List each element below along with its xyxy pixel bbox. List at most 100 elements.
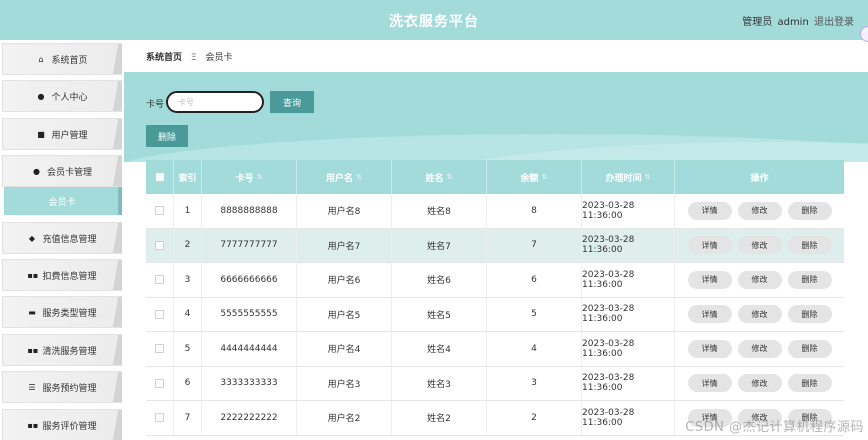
sidebar-item-service-type[interactable]: ▬ 服务类型管理 — [2, 296, 122, 328]
table-row[interactable]: 6 3333333333 用户名3 姓名3 3 2023-03-28 11:36:00 详情… — [146, 366, 844, 401]
sidebar-item-label: 服务评价管理 — [42, 421, 97, 432]
monitor-icon: ▬ — [28, 307, 36, 317]
cell-balance: 2 — [487, 401, 582, 435]
sidebar-item-label: 会员卡管理 — [46, 167, 92, 178]
sidebar-item-deduction[interactable]: ▪▪ 扣费信息管理 — [2, 259, 122, 291]
select-all-checkbox[interactable] — [155, 173, 164, 181]
cell-name: 姓名8 — [392, 194, 487, 228]
grid-icon: ▪▪ — [27, 270, 39, 280]
row-checkbox[interactable] — [155, 309, 164, 319]
detail-button[interactable]: 详情 — [687, 305, 732, 324]
user-manage-icon: ■ — [37, 129, 45, 139]
cell-balance: 6 — [487, 263, 582, 297]
row-checkbox[interactable] — [155, 378, 164, 388]
row-checkbox[interactable] — [155, 275, 164, 285]
breadcrumb-home[interactable]: 系统首页 — [146, 53, 182, 63]
cell-username: 用户名5 — [297, 297, 392, 331]
sidebar-item-home[interactable]: ⌂ 系统首页 — [2, 43, 122, 75]
card-number-input[interactable] — [166, 91, 264, 113]
header-label: 卡号 — [235, 173, 254, 184]
breadcrumb-separator-icon: Ξ — [190, 53, 197, 63]
table-row[interactable]: 4 5555555555 用户名5 姓名5 5 2023-03-28 11:36:00 详情… — [146, 297, 844, 332]
sidebar-item-review[interactable]: ▪▪ 服务评价管理 — [2, 409, 122, 440]
logout-link[interactable]: 退出登录 — [814, 17, 854, 28]
cell-actions: 详情 修改 删除 — [675, 229, 844, 263]
detail-button[interactable]: 详情 — [687, 339, 732, 358]
corner-widget[interactable] — [860, 26, 868, 42]
header-username[interactable]: 用户名 ⇅ — [297, 160, 392, 194]
sidebar-subitem-member-card[interactable]: 会员卡 — [4, 187, 122, 215]
cell-name: 姓名7 — [392, 228, 487, 262]
sidebar-item-label: 服务类型管理 — [42, 308, 97, 319]
batch-delete-button[interactable]: 删除 — [146, 125, 188, 147]
row-checkbox[interactable] — [155, 413, 164, 423]
sidebar-item-cleaning-service[interactable]: ▪▪ 清洗服务管理 — [2, 334, 122, 366]
sidebar-item-label: 会员卡 — [48, 197, 76, 208]
sidebar-item-label: 个人中心 — [51, 92, 88, 103]
header-card-number[interactable]: 卡号 ⇅ — [202, 160, 297, 194]
pin-icon: ◆ — [28, 233, 36, 243]
cell-username: 用户名3 — [297, 366, 392, 400]
cell-actions: 详情 修改 删除 — [675, 298, 844, 332]
header-time[interactable]: 办理时间 ⇅ — [582, 160, 675, 194]
detail-button[interactable]: 详情 — [687, 236, 732, 255]
row-select-cell — [146, 332, 174, 366]
row-checkbox[interactable] — [155, 344, 164, 354]
cell-card-number: 7777777777 — [202, 228, 297, 262]
header-label: 用户名 — [326, 173, 354, 184]
edit-button[interactable]: 修改 — [737, 201, 782, 220]
row-select-cell — [146, 297, 174, 331]
cell-balance: 5 — [487, 297, 582, 331]
table-header: 索引 卡号 ⇅ 用户名 ⇅ 姓名 ⇅ 余额 ⇅ 办理时间 ⇅ 操作 — [146, 160, 844, 194]
header-name[interactable]: 姓名 ⇅ — [392, 160, 487, 194]
cell-actions: 详情 修改 删除 — [675, 194, 844, 228]
detail-button[interactable]: 详情 — [687, 201, 732, 220]
cell-balance: 3 — [487, 366, 582, 400]
breadcrumb-current: 会员卡 — [205, 53, 233, 63]
delete-button[interactable]: 删除 — [787, 201, 832, 220]
select-all-cell — [146, 160, 174, 194]
row-select-cell — [146, 194, 174, 228]
sidebar-item-appointment[interactable]: ☰ 服务预约管理 — [2, 371, 122, 403]
delete-button[interactable]: 删除 — [787, 339, 832, 358]
sidebar-item-member-card-manage[interactable]: ● 会员卡管理 — [2, 155, 122, 187]
row-checkbox[interactable] — [155, 206, 164, 216]
search-panel — [124, 72, 868, 162]
sidebar-item-profile[interactable]: ● 个人中心 — [2, 80, 122, 112]
sidebar-item-users[interactable]: ■ 用户管理 — [2, 118, 122, 150]
sidebar-item-recharge[interactable]: ◆ 充值信息管理 — [2, 222, 122, 254]
cell-actions: 详情 修改 删除 — [675, 367, 844, 401]
header-actions: 操作 — [750, 173, 769, 184]
cell-name: 姓名5 — [392, 297, 487, 331]
sort-icon: ⇅ — [644, 173, 651, 181]
cell-time: 2023-03-28 11:36:00 — [582, 228, 675, 262]
table-row[interactable]: 5 4444444444 用户名4 姓名4 4 2023-03-28 11:36:00 详情… — [146, 332, 844, 367]
watermark: CSDN @杰记计算机程序源码 — [685, 420, 864, 435]
delete-button[interactable]: 删除 — [787, 374, 832, 393]
row-checkbox[interactable] — [155, 240, 164, 250]
detail-button[interactable]: 详情 — [687, 270, 732, 289]
edit-button[interactable]: 修改 — [737, 270, 782, 289]
member-card-table: 索引 卡号 ⇅ 用户名 ⇅ 姓名 ⇅ 余额 ⇅ 办理时间 ⇅ 操作 1 8888888888… — [146, 160, 844, 436]
header-balance[interactable]: 余额 ⇅ — [487, 160, 582, 194]
row-select-cell — [146, 263, 174, 297]
detail-button[interactable]: 详情 — [687, 374, 732, 393]
delete-button[interactable]: 删除 — [787, 236, 832, 255]
user-role: 管理员 — [742, 17, 773, 28]
table-row[interactable]: 3 6666666666 用户名6 姓名6 6 2023-03-28 11:36:00 详情… — [146, 263, 844, 298]
query-button[interactable]: 查询 — [270, 91, 314, 113]
cell-time: 2023-03-28 11:36:00 — [582, 263, 675, 297]
cell-time: 2023-03-28 11:36:00 — [582, 401, 675, 435]
delete-button[interactable]: 删除 — [787, 270, 832, 289]
edit-button[interactable]: 修改 — [737, 305, 782, 324]
table-row[interactable]: 1 8888888888 用户名8 姓名8 8 2023-03-28 11:36:00 详情… — [146, 194, 844, 229]
delete-button[interactable]: 删除 — [787, 305, 832, 324]
edit-button[interactable]: 修改 — [737, 236, 782, 255]
sidebar-item-label: 充值信息管理 — [42, 234, 97, 245]
sidebar-item-label: 系统首页 — [51, 55, 88, 66]
edit-button[interactable]: 修改 — [737, 374, 782, 393]
cell-index: 6 — [174, 366, 202, 400]
table-row[interactable]: 2 7777777777 用户名7 姓名7 7 2023-03-28 11:36:00 详情… — [146, 228, 844, 263]
edit-button[interactable]: 修改 — [737, 339, 782, 358]
grid-icon: ▪▪ — [27, 345, 39, 355]
